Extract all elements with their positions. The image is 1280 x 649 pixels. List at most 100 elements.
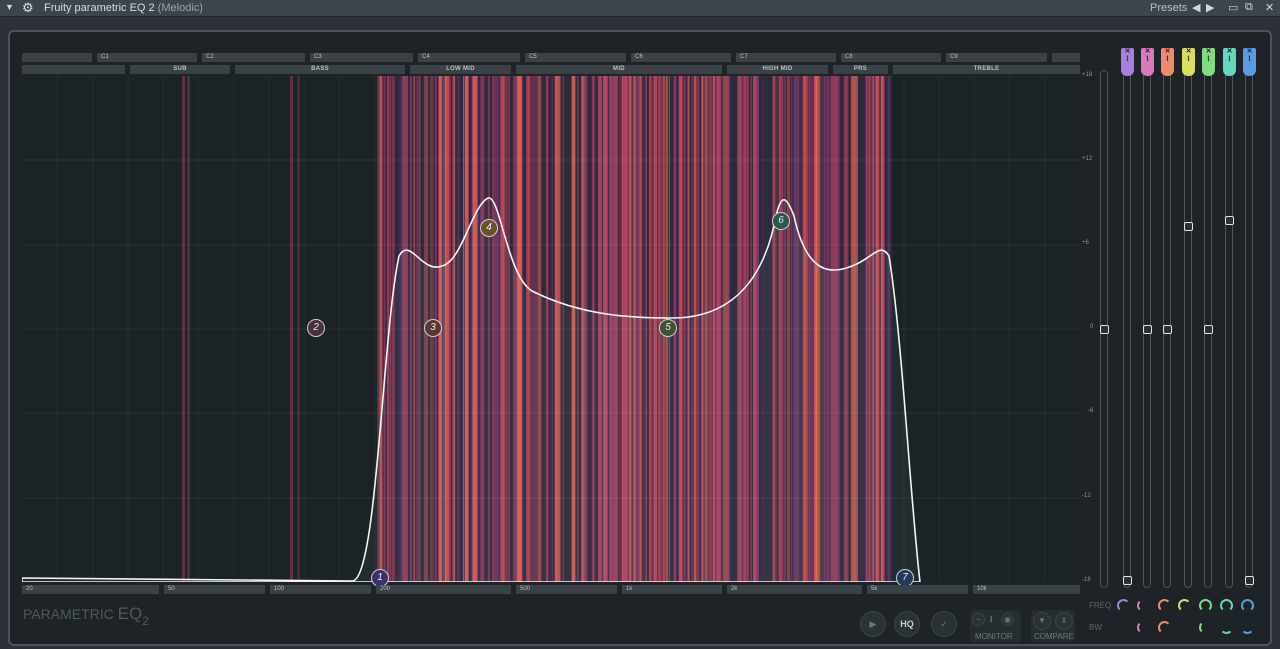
freq-label: 20 <box>22 585 159 594</box>
gain-label: -6 <box>1088 408 1094 414</box>
gear-icon[interactable]: ⚙ <box>22 0 34 16</box>
previous-preset-icon[interactable]: ◀ <box>1192 1 1200 14</box>
range-cell: BASS <box>235 65 405 74</box>
band-node-6[interactable]: 6 <box>772 212 790 230</box>
band-6-type-tab[interactable]: ✕ ⌇ <box>1223 48 1236 76</box>
presets-button[interactable]: Presets <box>1150 2 1187 14</box>
range-cell: MID <box>516 65 722 74</box>
band-3-freq-knob[interactable] <box>1158 599 1171 612</box>
range-cell <box>22 65 125 74</box>
play-icon[interactable]: ▶ <box>860 611 886 637</box>
gain-label: +12 <box>1082 156 1093 162</box>
band-1-type-tab[interactable]: ✕ ⌇ <box>1121 48 1134 76</box>
range-cell: HIGH MID <box>727 65 828 74</box>
band-3-bw-knob[interactable] <box>1158 621 1171 634</box>
compare-label: COMPARE <box>1034 632 1074 641</box>
band-5-gain-handle[interactable] <box>1204 325 1213 334</box>
minimize-icon[interactable]: ▭ <box>1228 1 1238 14</box>
range-cell: TREBLE <box>893 65 1080 74</box>
octave-cell: C8 <box>841 53 941 62</box>
preset-name: (Melodic) <box>157 2 203 14</box>
band-2-type-tab[interactable]: ✕ ⌇ <box>1141 48 1154 76</box>
band-1-gain-slider[interactable] <box>1123 70 1131 588</box>
band-3-gain-handle[interactable] <box>1163 325 1172 334</box>
band-1-gain-handle[interactable] <box>1123 576 1132 585</box>
freq-label: 500 <box>516 585 617 594</box>
monitor-indicator: I <box>990 615 993 624</box>
hq-button[interactable]: HQ <box>894 611 920 637</box>
plugin-name: Fruity parametric EQ 2 <box>44 2 155 14</box>
freq-label: 100 <box>270 585 371 594</box>
logo-eq: EQ <box>117 604 143 623</box>
freq-label: 200 <box>376 585 511 594</box>
band-node-2[interactable]: 2 <box>307 319 325 337</box>
band-6-gain-handle[interactable] <box>1225 216 1234 225</box>
gain-label: 0 <box>1090 324 1094 330</box>
band-2-gain-handle[interactable] <box>1143 325 1152 334</box>
freq-label: FREQ <box>1089 601 1112 610</box>
logo-two: 2 <box>142 614 149 628</box>
octave-cell: C7 <box>736 53 836 62</box>
band-4-gain-handle[interactable] <box>1184 222 1193 231</box>
octave-cell: C4 <box>418 53 520 62</box>
band-6-freq-knob[interactable] <box>1220 599 1233 612</box>
octave-cell <box>22 53 92 62</box>
monitor-label: MONITOR <box>975 632 1013 641</box>
eq-graph-svg <box>22 76 1080 582</box>
band-2-bw-knob[interactable] <box>1137 621 1150 634</box>
next-preset-icon[interactable]: ▶ <box>1206 1 1214 14</box>
freq-label: 5k <box>867 585 968 594</box>
compare-down-icon[interactable]: ▼ <box>1033 612 1051 630</box>
octave-cell: C2 <box>202 53 305 62</box>
band-4-freq-knob[interactable] <box>1178 599 1191 612</box>
freq-label: 10k <box>973 585 1080 594</box>
monitor-minus-icon[interactable]: − <box>972 613 985 626</box>
menu-arrow-icon[interactable]: ▼ <box>5 2 14 12</box>
gain-label: +18 <box>1082 72 1093 78</box>
band-7-freq-knob[interactable] <box>1241 599 1254 612</box>
logo-text: PARAMETRIC <box>23 606 114 622</box>
band-node-3[interactable]: 3 <box>424 319 442 337</box>
band-5-type-tab[interactable]: ✕ ⌇ <box>1202 48 1215 76</box>
check-icon[interactable]: ✓ <box>931 611 957 637</box>
band-7-gain-slider[interactable] <box>1245 70 1253 588</box>
octave-cell <box>1052 53 1080 62</box>
plugin-logo: PARAMETRIC EQ2 <box>23 604 149 628</box>
band-2-freq-knob[interactable] <box>1137 599 1150 612</box>
band-7-gain-handle[interactable] <box>1245 576 1254 585</box>
range-cell: SUB <box>130 65 230 74</box>
band-6-bw-knob[interactable] <box>1220 621 1233 634</box>
bw-label: BW <box>1089 623 1102 632</box>
band-node-4[interactable]: 4 <box>480 219 498 237</box>
eq-graph[interactable] <box>22 76 1080 582</box>
band-5-freq-knob[interactable] <box>1199 599 1212 612</box>
octave-cell: C6 <box>631 53 731 62</box>
close-icon[interactable]: ✕ <box>1265 1 1274 14</box>
compare-swap-icon[interactable]: ⇕ <box>1055 612 1073 630</box>
band-6-gain-slider[interactable] <box>1225 70 1233 588</box>
range-cell: PRS <box>833 65 888 74</box>
band-4-type-tab[interactable]: ✕ ⌇ <box>1182 48 1195 76</box>
band-5-bw-knob[interactable] <box>1199 621 1212 634</box>
band-node-5[interactable]: 5 <box>659 319 677 337</box>
band-7-type-tab[interactable]: ✕ ⌇ <box>1243 48 1256 76</box>
octave-cell: C9 <box>946 53 1047 62</box>
eq-response-curve <box>22 197 921 582</box>
main-gain-handle[interactable] <box>1100 325 1109 334</box>
octave-cell: C3 <box>310 53 413 62</box>
band-1-freq-knob[interactable] <box>1117 599 1130 612</box>
title-bar: ▼ ⚙ Fruity parametric EQ 2 (Melodic) Pre… <box>0 0 1280 17</box>
window-title: Fruity parametric EQ 2 (Melodic) <box>44 2 203 14</box>
detach-icon[interactable]: ⧉ <box>1245 1 1253 14</box>
freq-label: 2k <box>727 585 862 594</box>
band-3-type-tab[interactable]: ✕ ⌇ <box>1161 48 1174 76</box>
band-7-bw-knob[interactable] <box>1241 621 1254 634</box>
monitor-target-icon[interactable]: ◉ <box>1001 613 1014 626</box>
gain-label: -18 <box>1082 577 1091 583</box>
octave-cell: C5 <box>525 53 626 62</box>
range-cell: LOW MID <box>410 65 511 74</box>
band-4-gain-slider[interactable] <box>1184 70 1192 588</box>
freq-label: 50 <box>164 585 265 594</box>
gain-label: +6 <box>1082 240 1089 246</box>
freq-label: 1k <box>622 585 722 594</box>
